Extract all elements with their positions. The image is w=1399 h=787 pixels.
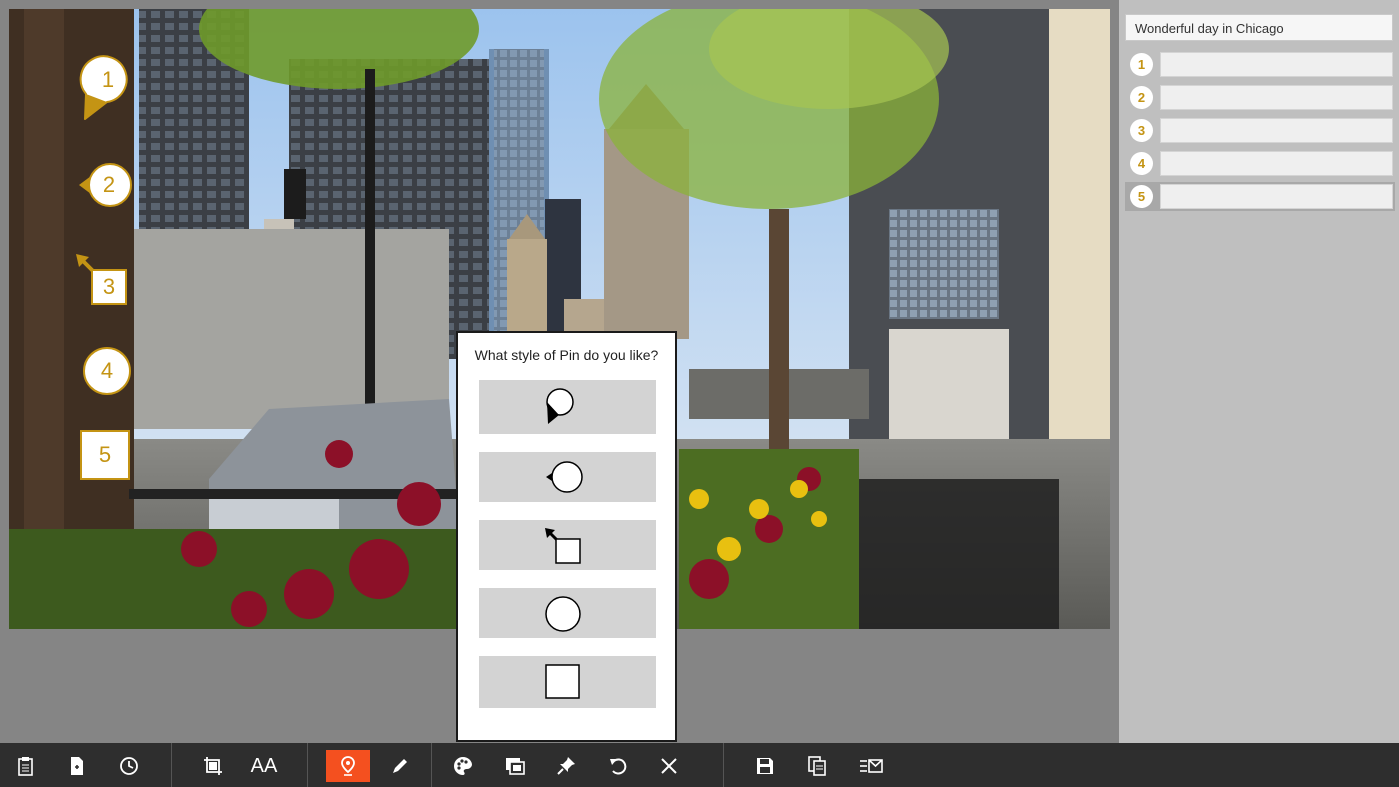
pushpin-button[interactable] [550,750,582,782]
annotation-row-1: 1 [1125,50,1395,79]
toolbar-separator [431,743,432,787]
pen-button[interactable] [384,750,416,782]
annotation-row-4: 4 [1125,149,1395,178]
pin-1[interactable]: 1 [79,54,133,120]
paste-icon [18,757,33,776]
annotation-number: 5 [1130,185,1153,208]
pin-style-option-arrow-square[interactable] [479,520,656,570]
dialog-title: What style of Pin do you like? [474,347,659,363]
pin-2[interactable]: 2 [79,162,133,208]
pin-style-dialog: What style of Pin do you like? [456,331,677,742]
pin-style-option-left-pointer[interactable] [479,452,656,502]
annotation-panel: Wonderful day in Chicago 1 2 3 4 5 [1119,0,1399,743]
pen-icon [393,759,407,773]
crop-icon [204,757,222,775]
circle-pin-icon [545,596,581,632]
send-button[interactable] [853,750,889,782]
pin-style-option-bubble[interactable] [479,380,656,434]
pin-style-option-circle[interactable] [479,588,656,638]
palette-icon [454,757,472,775]
annotation-input[interactable] [1160,85,1393,110]
image-title-input[interactable]: Wonderful day in Chicago [1125,14,1393,41]
undo-button[interactable] [602,750,634,782]
new-file-button[interactable] [61,750,93,782]
pin-tool-icon [341,756,355,776]
send-icon [860,759,883,773]
annotation-row-2: 2 [1125,83,1395,112]
pin-3[interactable]: 3 [76,254,128,306]
pin-1-label: 1 [101,67,115,92]
bottom-toolbar: AA [0,743,1399,787]
pushpin-icon [557,757,575,775]
close-button[interactable] [653,750,685,782]
speech-bubble-pin-icon [546,388,574,424]
arrow-square-pin-icon [545,528,581,564]
save-icon [757,758,773,774]
paste-button[interactable] [10,750,42,782]
annotation-number: 3 [1130,119,1153,142]
pin-2-label: 2 [102,172,116,197]
pin-style-option-square[interactable] [479,656,656,708]
palette-button[interactable] [447,750,479,782]
annotation-input[interactable] [1160,184,1393,209]
annotation-row-3: 3 [1125,116,1395,145]
text-size-button[interactable]: AA [246,750,282,782]
undo-icon [610,758,627,775]
pin-5-label: 5 [98,442,112,467]
toolbar-separator [307,743,308,787]
close-icon [661,758,677,774]
toolbar-separator [723,743,724,787]
copy-button[interactable] [801,750,833,782]
toolbar-separator [171,743,172,787]
pin-4[interactable]: 4 [82,346,132,396]
history-icon [120,757,138,775]
crop-button[interactable] [197,750,229,782]
history-button[interactable] [113,750,145,782]
pin-4-label: 4 [100,358,114,383]
square-pin-icon [545,664,580,699]
annotation-number: 2 [1130,86,1153,109]
pin-3-label: 3 [102,274,116,299]
annotation-number: 4 [1130,152,1153,175]
layers-icon [506,758,525,775]
pin-5[interactable]: 5 [80,430,130,480]
layers-button[interactable] [499,750,531,782]
annotation-input[interactable] [1160,52,1393,77]
save-button[interactable] [749,750,781,782]
pin-tool-button[interactable] [326,750,370,782]
annotation-input[interactable] [1160,118,1393,143]
text-size-icon: AA [250,754,278,777]
annotation-number: 1 [1130,53,1153,76]
new-file-icon [71,757,83,775]
left-pointer-circle-pin-icon [546,461,583,493]
annotation-input[interactable] [1160,151,1393,176]
annotation-row-5: 5 [1125,182,1395,211]
copy-icon [808,756,826,776]
